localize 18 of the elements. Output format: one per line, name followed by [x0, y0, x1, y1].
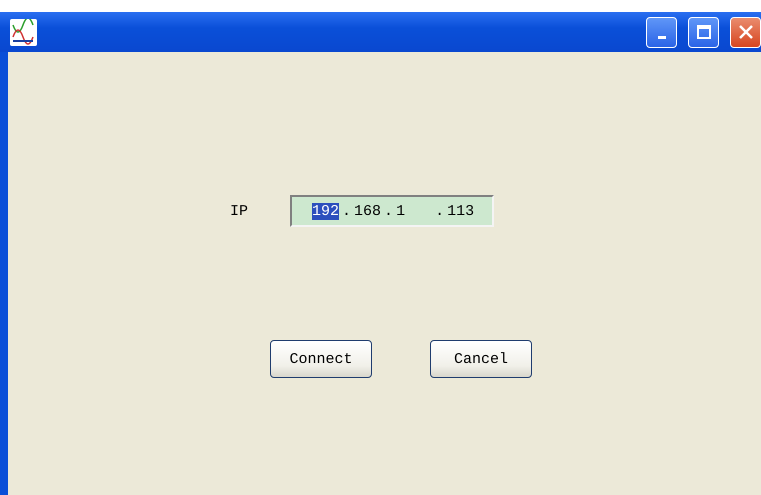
minimize-icon [658, 36, 666, 38]
ip-separator: . [341, 202, 352, 220]
close-icon [738, 24, 754, 40]
ip-octet[interactable]: 192 [312, 202, 340, 220]
minimize-button[interactable] [646, 16, 677, 48]
maximize-button[interactable] [688, 16, 719, 48]
ip-octet[interactable]: 168 [354, 202, 382, 220]
maximize-icon [696, 24, 712, 40]
ip-separator: . [434, 202, 446, 220]
ip-octet[interactable]: 1 [396, 202, 432, 220]
cancel-button[interactable]: Cancel [430, 340, 532, 378]
ip-label: IP [230, 202, 250, 220]
ip-octet[interactable]: 113 [447, 202, 474, 220]
connect-button[interactable]: Connect [270, 340, 372, 378]
wave-logo-icon [10, 18, 37, 46]
ip-address-field[interactable]: 192 . 168 . 1 . 113 [290, 195, 494, 227]
close-button[interactable] [730, 16, 761, 48]
ip-separator: . [383, 202, 394, 220]
